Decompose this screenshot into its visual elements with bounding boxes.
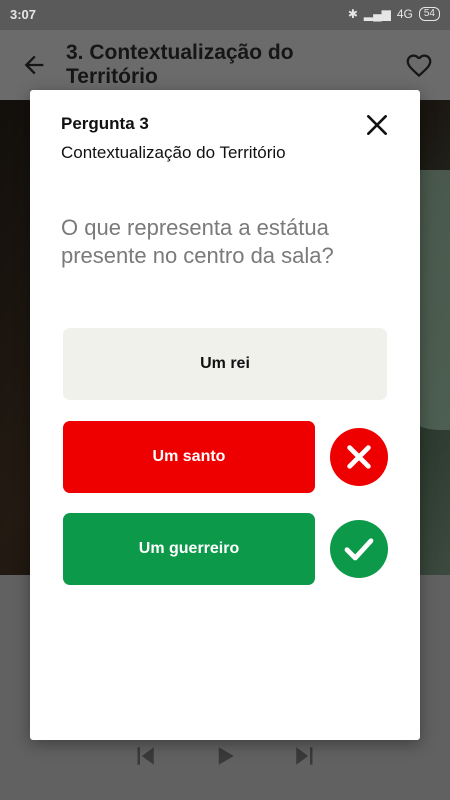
- answer-option-2[interactable]: Um santo: [63, 421, 315, 493]
- close-icon[interactable]: [364, 112, 390, 138]
- correct-result-badge: [330, 520, 388, 578]
- question-text: O que representa a estátua presente no c…: [61, 215, 334, 268]
- wrong-result-badge: [330, 428, 388, 486]
- answer-option-3[interactable]: Um guerreiro: [63, 513, 315, 585]
- answer-label: Um guerreiro: [138, 540, 240, 557]
- question-category: Contextualização do Território: [61, 143, 286, 162]
- answer-label: Um santo: [152, 448, 226, 465]
- answer-label: Um rei: [200, 355, 250, 372]
- question-dialog: Pergunta 3 Contextualização do Territóri…: [30, 90, 420, 740]
- check-icon: [344, 538, 374, 561]
- question-number: Pergunta 3: [61, 114, 149, 133]
- x-icon: [347, 445, 371, 469]
- answer-option-1[interactable]: Um rei: [63, 328, 387, 400]
